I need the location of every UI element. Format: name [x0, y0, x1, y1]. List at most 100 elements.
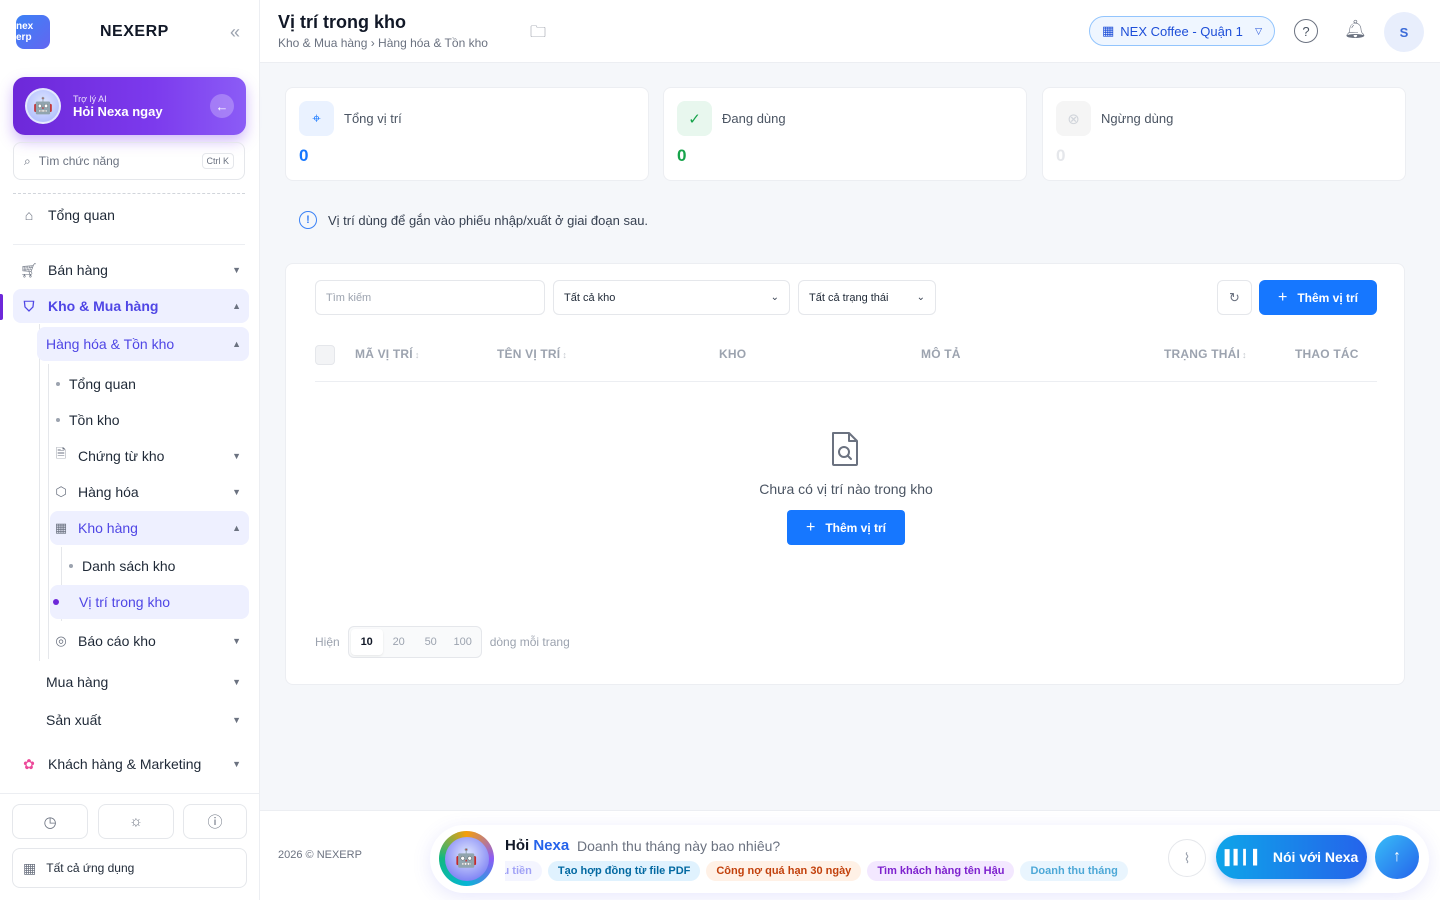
sidebar-item-purchasing[interactable]: Mua hàng ▼	[37, 665, 249, 699]
sidebar-item-label: Danh sách kho	[82, 558, 176, 574]
sidebar-item-stock[interactable]: Tồn kho	[50, 403, 249, 437]
add-location-label: Thêm vị trí	[1297, 290, 1359, 305]
ask-nexa-card[interactable]: 🤖 Trợ lý AI Hỏi Nexa ngay ←	[13, 77, 246, 135]
sidebar-item-label: Tồn kho	[69, 412, 120, 428]
sidebar-item-warehouse-purchasing[interactable]: ⛉ Kho & Mua hàng ▲	[13, 289, 249, 323]
column-header-code[interactable]: MÃ VỊ TRÍ ↕	[355, 347, 420, 361]
sidebar-item-production[interactable]: Sản xuất ▼	[37, 703, 249, 737]
stat-label: Đang dùng	[722, 111, 786, 126]
help-icon[interactable]: ?	[1294, 19, 1318, 43]
sidebar-item-warehouse-locations[interactable]: Vị trí trong kho	[50, 585, 249, 619]
tree-line	[48, 364, 49, 659]
search-field[interactable]	[326, 291, 534, 304]
chevron-down-icon: ▼	[232, 759, 241, 769]
history-button[interactable]: ◷	[12, 804, 88, 839]
chevron-up-icon: ▲	[232, 339, 241, 349]
sidebar: nex erp NEXERP « 🤖 Trợ lý AI Hỏi Nexa ng…	[0, 0, 260, 900]
all-apps-button[interactable]: ▦ Tất cả ứng dụng	[12, 848, 247, 888]
sidebar-item-label: Hàng hóa	[78, 484, 139, 500]
chevron-down-icon: ▼	[232, 636, 241, 646]
function-search[interactable]: ⌕ Tìm chức năng Ctrl K	[13, 142, 245, 180]
copyright: 2026 © NEXERP	[278, 849, 362, 861]
column-header-status[interactable]: TRẠNG THÁI ↕	[1164, 347, 1247, 361]
sidebar-item-sub-overview[interactable]: Tổng quan	[50, 367, 249, 401]
chevron-down-icon: ⌄	[770, 292, 779, 303]
page-size-option[interactable]: 100	[447, 629, 479, 655]
report-issue-button[interactable]: ⓘ	[183, 804, 247, 839]
sidebar-item-label: Kho & Mua hàng	[48, 298, 159, 314]
function-search-placeholder: Tìm chức năng	[38, 154, 120, 168]
talk-to-nexa-button[interactable]: ▌▍▎▍ Nói với Nexa	[1216, 835, 1367, 879]
ask-brand: Nexa	[533, 837, 570, 854]
page-size-option[interactable]: 10	[350, 629, 383, 655]
sidebar-item-sales[interactable]: 🛒︎ Bán hàng ▼	[13, 253, 249, 287]
search-input[interactable]	[315, 280, 545, 315]
location-pin-icon: ⌖	[299, 101, 334, 136]
pager-prefix: Hiện	[315, 635, 340, 649]
empty-add-location-button[interactable]: + Thêm vị trí	[787, 510, 905, 545]
refresh-button[interactable]: ↻	[1217, 280, 1252, 315]
send-button[interactable]: ↑	[1375, 835, 1419, 879]
arrow-left-icon[interactable]: ←	[210, 94, 234, 118]
warehouse-filter[interactable]: Tất cả kho ⌄	[553, 280, 790, 315]
bullet-dot	[56, 418, 60, 422]
suggestion-chip[interactable]: Tìm khách hàng tên Hậu	[867, 861, 1015, 881]
sidebar-item-warehouse-list[interactable]: Danh sách kho	[63, 549, 249, 583]
divider	[0, 793, 259, 794]
sidebar-item-crm[interactable]: ✿ Khách hàng & Marketing ▼	[13, 747, 249, 781]
stat-label: Tổng vị trí	[344, 111, 402, 126]
column-header-name[interactable]: TÊN VỊ TRÍ ↕	[497, 347, 567, 361]
nexa-question-input[interactable]: Doanh thu tháng này bao nhiêu?	[577, 838, 780, 854]
chevron-down-icon: ▼	[232, 451, 241, 461]
sidebar-item-label: Sản xuất	[46, 712, 102, 728]
app-logo[interactable]: nex erp	[16, 15, 50, 49]
sidebar-item-warehouses[interactable]: ▦ Kho hàng ▲	[50, 511, 249, 545]
sidebar-item-goods-inventory[interactable]: Hàng hóa & Tồn kho ▲	[37, 327, 249, 361]
stat-value: 0	[1056, 146, 1066, 165]
sort-icon: ↕	[414, 350, 420, 360]
document-search-icon	[832, 432, 858, 466]
column-label: MÔ TẢ	[921, 347, 961, 361]
sidebar-item-stock-docs[interactable]: 🗎 Chứng từ kho ▼	[50, 439, 249, 473]
sidebar-item-overview[interactable]: ⌂ Tổng quan	[13, 198, 249, 232]
x-circle-icon: ⊗	[1056, 101, 1091, 136]
chevron-up-icon: ▲	[232, 523, 241, 533]
attach-button[interactable]: ⌇	[1168, 839, 1206, 877]
sidebar-item-warehouse-reports[interactable]: ◎ Báo cáo kho ▼	[50, 624, 249, 658]
theme-button[interactable]: ☼	[98, 804, 174, 839]
column-header-warehouse: KHO	[719, 347, 746, 361]
select-all-checkbox[interactable]	[315, 345, 335, 365]
collapse-sidebar-icon[interactable]: «	[230, 22, 240, 43]
branch-select[interactable]: ▦ NEX Coffee - Quận 1 ▽	[1089, 16, 1275, 46]
suggestion-chip[interactable]: Tạo hợp đồng từ file PDF	[547, 861, 701, 881]
bell-icon[interactable]: 🔔︎	[1344, 19, 1367, 40]
column-label: THAO TÁC	[1295, 347, 1359, 361]
sidebar-item-label: Hàng hóa & Tồn kho	[46, 336, 175, 352]
page-size-option[interactable]: 50	[415, 629, 447, 655]
active-dot	[53, 599, 59, 605]
column-header-actions: THAO TÁC	[1295, 347, 1359, 361]
sidebar-item-goods[interactable]: ⬡ Hàng hóa ▼	[50, 475, 249, 509]
refresh-icon: ↻	[1229, 289, 1240, 305]
logo-row: nex erp NEXERP «	[16, 14, 244, 50]
nexa-avatar[interactable]: 🤖	[439, 831, 494, 886]
page-title: Vị trí trong kho	[278, 12, 406, 32]
add-location-button[interactable]: + Thêm vị trí	[1259, 280, 1377, 315]
info-text: Vị trí dùng để gắn vào phiếu nhập/xuất ở…	[328, 212, 649, 228]
tree-line	[39, 324, 40, 661]
column-header-description: MÔ TẢ	[921, 347, 961, 361]
suggestion-chip[interactable]: Công nợ quá hạn 30 ngày	[706, 861, 862, 881]
apps-grid-icon: ▦	[23, 859, 37, 876]
suggestion-chip[interactable]: Doanh thu tháng	[1020, 861, 1128, 881]
suggestion-chip[interactable]: ưa thu tiền	[505, 861, 542, 881]
status-filter[interactable]: Tất cả trạng thái ⌄	[798, 280, 936, 315]
chevron-down-icon: ▽	[1255, 25, 1262, 36]
page-size-option[interactable]: 20	[383, 629, 415, 655]
box-icon: ⬡	[55, 484, 67, 499]
divider	[13, 244, 245, 245]
avatar-initial: S	[1399, 24, 1409, 40]
sidebar-item-label: Tổng quan	[48, 207, 115, 223]
empty-state-text: Chưa có vị trí nào trong kho	[759, 481, 933, 497]
folder-icon[interactable]: 🗀	[530, 21, 546, 48]
avatar[interactable]: S	[1384, 12, 1424, 52]
